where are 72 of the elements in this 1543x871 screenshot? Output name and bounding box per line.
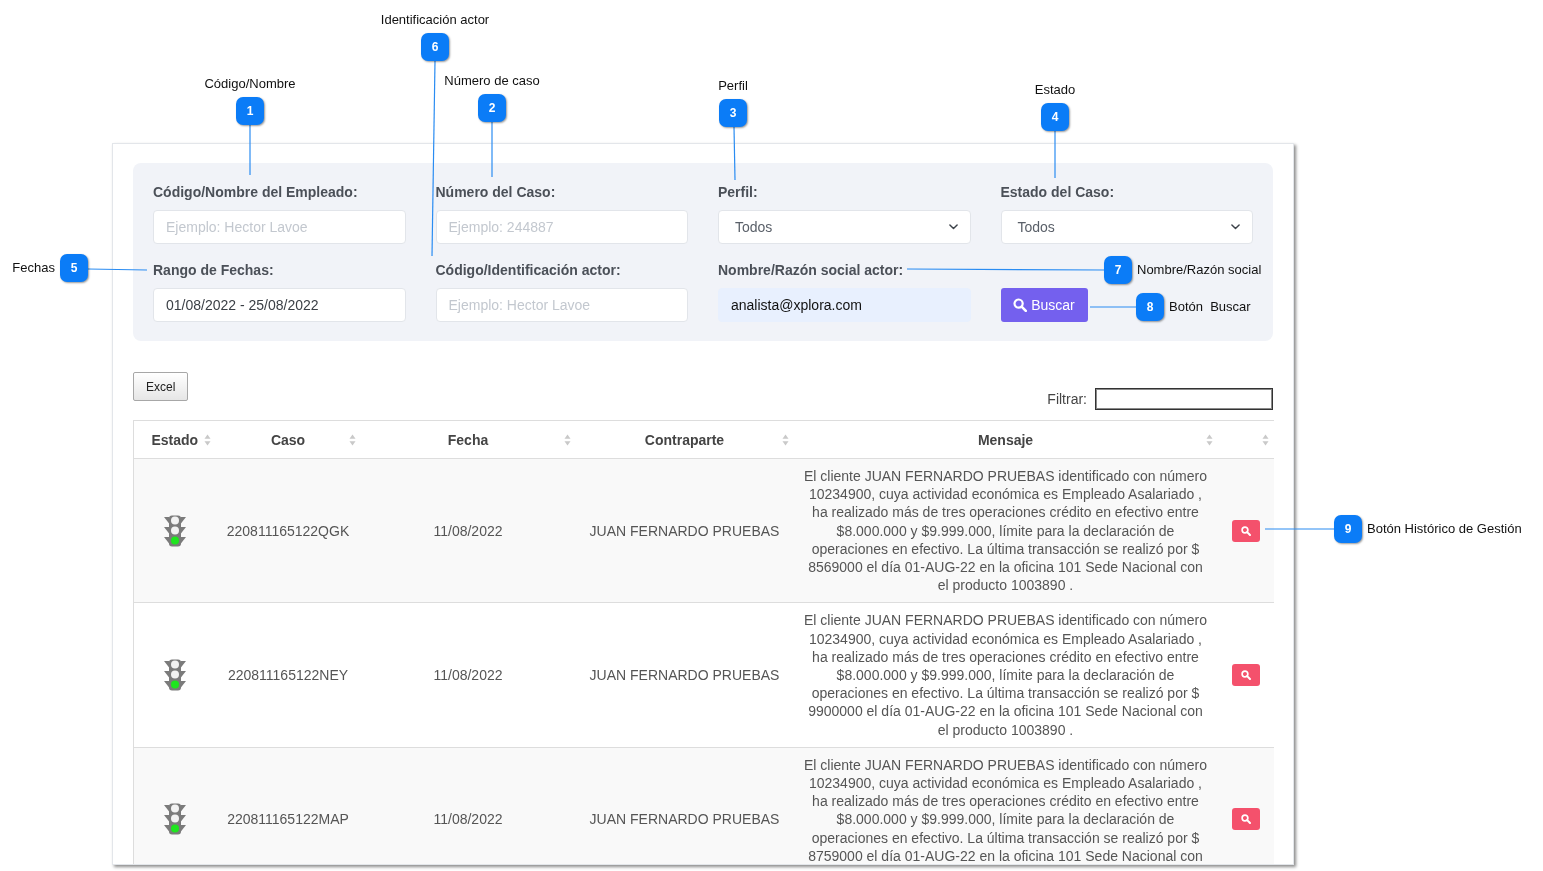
- callout-badge: 7: [1104, 256, 1132, 284]
- search-button[interactable]: [1231, 664, 1260, 687]
- field-label: Nombre/Razón social actor:: [718, 261, 904, 280]
- column-header[interactable]: Caso: [215, 420, 361, 459]
- table-cell: JUAN FERNARDO PRUEBAS: [575, 602, 794, 748]
- callout-badge: 6: [421, 33, 449, 61]
- table-cell: 11/08/2022: [360, 458, 576, 603]
- table-cell: 220811165122MAP: [215, 747, 361, 864]
- leader-line: [491, 121, 493, 178]
- excel-button[interactable]: Excel: [133, 372, 189, 401]
- callout-label: Nombre/Razón social: [1137, 262, 1262, 278]
- callout-badge: 3: [719, 99, 747, 127]
- traffic-light-icon: [163, 659, 186, 692]
- callout-label: Código/Nombre: [204, 76, 296, 92]
- search-icon: [1240, 525, 1251, 536]
- select-field[interactable]: Todos: [1000, 210, 1253, 244]
- callout-label: Fechas: [12, 260, 55, 276]
- callout-label: Número de caso: [444, 73, 540, 89]
- text-field[interactable]: 01/08/2022 - 25/08/2022: [153, 288, 406, 322]
- callout-label: Botón Buscar: [1169, 299, 1251, 315]
- table-cell: El cliente JUAN FERNARDO PRUEBAS identificado con número 10234900, cuya actividad económica es Empleado Asalariado , ha realizado más de tres operaciones crédito en efectivo entre $8.000.000 y $9.999.000, límite para la declaración de operaciones en efectivo. La última transacción se realizó por $ 8569000 el día 01-AUG-22 en la oficina 101 Sede Nacional con el producto 1003890 .: [793, 458, 1218, 603]
- callout-badge: 4: [1041, 103, 1069, 131]
- table-cell: JUAN FERNARDO PRUEBAS: [575, 458, 794, 603]
- table-cell: 11/08/2022: [360, 747, 576, 864]
- column-header[interactable]: Estado: [133, 420, 216, 459]
- text-field[interactable]: analista@xplora.com: [718, 288, 971, 322]
- leader-line: [733, 126, 736, 181]
- table-cell: El cliente JUAN FERNARDO PRUEBAS identificado con número 10234900, cuya actividad económica es Empleado Asalariado , ha realizado más de tres operaciones crédito en efectivo entre $8.000.000 y $9.999.000, límite para la declaración de operaciones en efectivo. La última transacción se realizó por $ 8759000 el día 01-AUG-22 en la oficina 101 Sede Nacional con: [793, 747, 1218, 864]
- chevron-down-icon: [948, 224, 958, 230]
- search-button[interactable]: [1231, 808, 1260, 831]
- leader-line: [1089, 306, 1137, 308]
- callout-label: Perfil: [718, 78, 748, 94]
- table-cell: El cliente JUAN FERNARDO PRUEBAS identificado con número 10234900, cuya actividad económica es Empleado Asalariado , ha realizado más de tres operaciones crédito en efectivo entre $8.000.000 y $9.999.000, límite para la declaración de operaciones en efectivo. La última transacción se realizó por $ 9900000 el día 01-AUG-22 en la oficina 101 Sede Nacional con el producto 1003890 .: [793, 602, 1218, 748]
- callout-badge: 8: [1136, 293, 1164, 321]
- callout-badge: 2: [478, 94, 506, 122]
- table-cell: 220811165122NEY: [215, 602, 361, 748]
- callout-label: Estado: [1034, 82, 1076, 98]
- text-field[interactable]: Ejemplo: 244887: [435, 210, 688, 244]
- callout-label: Botón Histórico de Gestión: [1367, 521, 1522, 537]
- traffic-light-icon: [163, 514, 186, 547]
- select-field[interactable]: Todos: [718, 210, 971, 244]
- search-icon: [1240, 670, 1251, 681]
- search-button[interactable]: [1231, 519, 1260, 542]
- table-cell: 220811165122QGK: [215, 458, 361, 603]
- text-field[interactable]: Ejemplo: Hector Lavoe: [153, 210, 406, 244]
- field-label: Número del Caso:: [435, 183, 556, 202]
- column-header[interactable]: Mensaje: [793, 420, 1218, 459]
- table-cell: JUAN FERNARDO PRUEBAS: [575, 747, 794, 864]
- filter-field[interactable]: [1095, 388, 1273, 410]
- callout-badge: 9: [1334, 515, 1362, 543]
- filter-label: Filtrar:: [1047, 391, 1087, 407]
- callout-badge: 5: [60, 254, 88, 282]
- search-icon: [1013, 298, 1028, 312]
- leader-line: [249, 124, 251, 176]
- leader-line: [1264, 528, 1335, 530]
- field-label: Código/Nombre del Empleado:: [153, 183, 358, 202]
- search-icon: [1240, 814, 1251, 825]
- column-header[interactable]: Contraparte: [575, 420, 794, 459]
- column-header[interactable]: Fecha: [360, 420, 576, 459]
- table-cell: 11/08/2022: [360, 602, 576, 748]
- search-button[interactable]: Buscar: [1000, 288, 1088, 322]
- callout-badge: 1: [236, 97, 264, 125]
- text-field[interactable]: Ejemplo: Hector Lavoe: [435, 288, 688, 322]
- field-label: Código/Identificación actor:: [435, 261, 621, 280]
- leader-line: [87, 268, 148, 271]
- leader-line: [1054, 130, 1056, 179]
- callout-label: Identificación actor: [380, 12, 490, 28]
- field-label: Estado del Caso:: [1000, 183, 1115, 202]
- field-label: Perfil:: [718, 183, 758, 202]
- traffic-light-icon: [163, 803, 186, 836]
- chevron-down-icon: [1231, 224, 1240, 230]
- field-label: Rango de Fechas:: [153, 261, 274, 280]
